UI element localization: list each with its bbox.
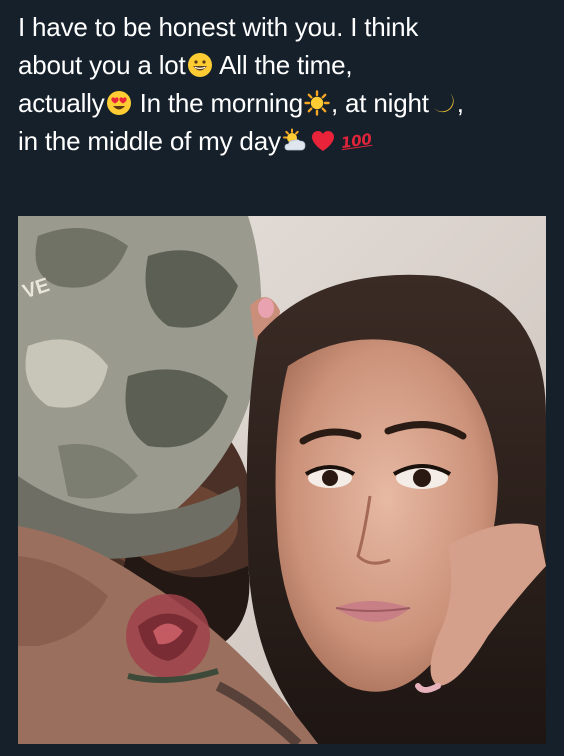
tweet-text: I have to be honest with you. I think ab… — [18, 8, 550, 160]
hundred-points-icon: 100 — [339, 129, 373, 153]
tweet-line-4: in the middle of my day 100 — [18, 122, 550, 160]
tweet-text-segment: All the time, — [213, 50, 353, 80]
sun-behind-cloud-icon — [282, 128, 308, 154]
tweet-text-segment: , at night — [331, 88, 429, 118]
selfie-photo-illustration: VE — [18, 216, 546, 744]
grinning-face-icon — [187, 52, 213, 78]
tweet-text-segment: actually — [18, 88, 105, 118]
heart-eyes-icon — [106, 90, 132, 116]
selfie-photo[interactable]: VE — [18, 216, 546, 744]
red-heart-icon — [310, 128, 336, 154]
sun-icon — [304, 90, 330, 116]
tweet-text-segment: about you a lot — [18, 50, 186, 80]
tweet-text-segment: in the middle of my day — [18, 126, 281, 156]
crescent-moon-icon — [430, 90, 456, 116]
tweet-line-2: about you a lot All the time, — [18, 46, 550, 84]
tweet-line-1: I have to be honest with you. I think — [18, 12, 419, 42]
tweet-text-segment: , — [456, 88, 464, 118]
tweet-line-3: actually In the morning , at night, — [18, 84, 550, 122]
tweet-text-segment: In the morning — [132, 88, 304, 118]
